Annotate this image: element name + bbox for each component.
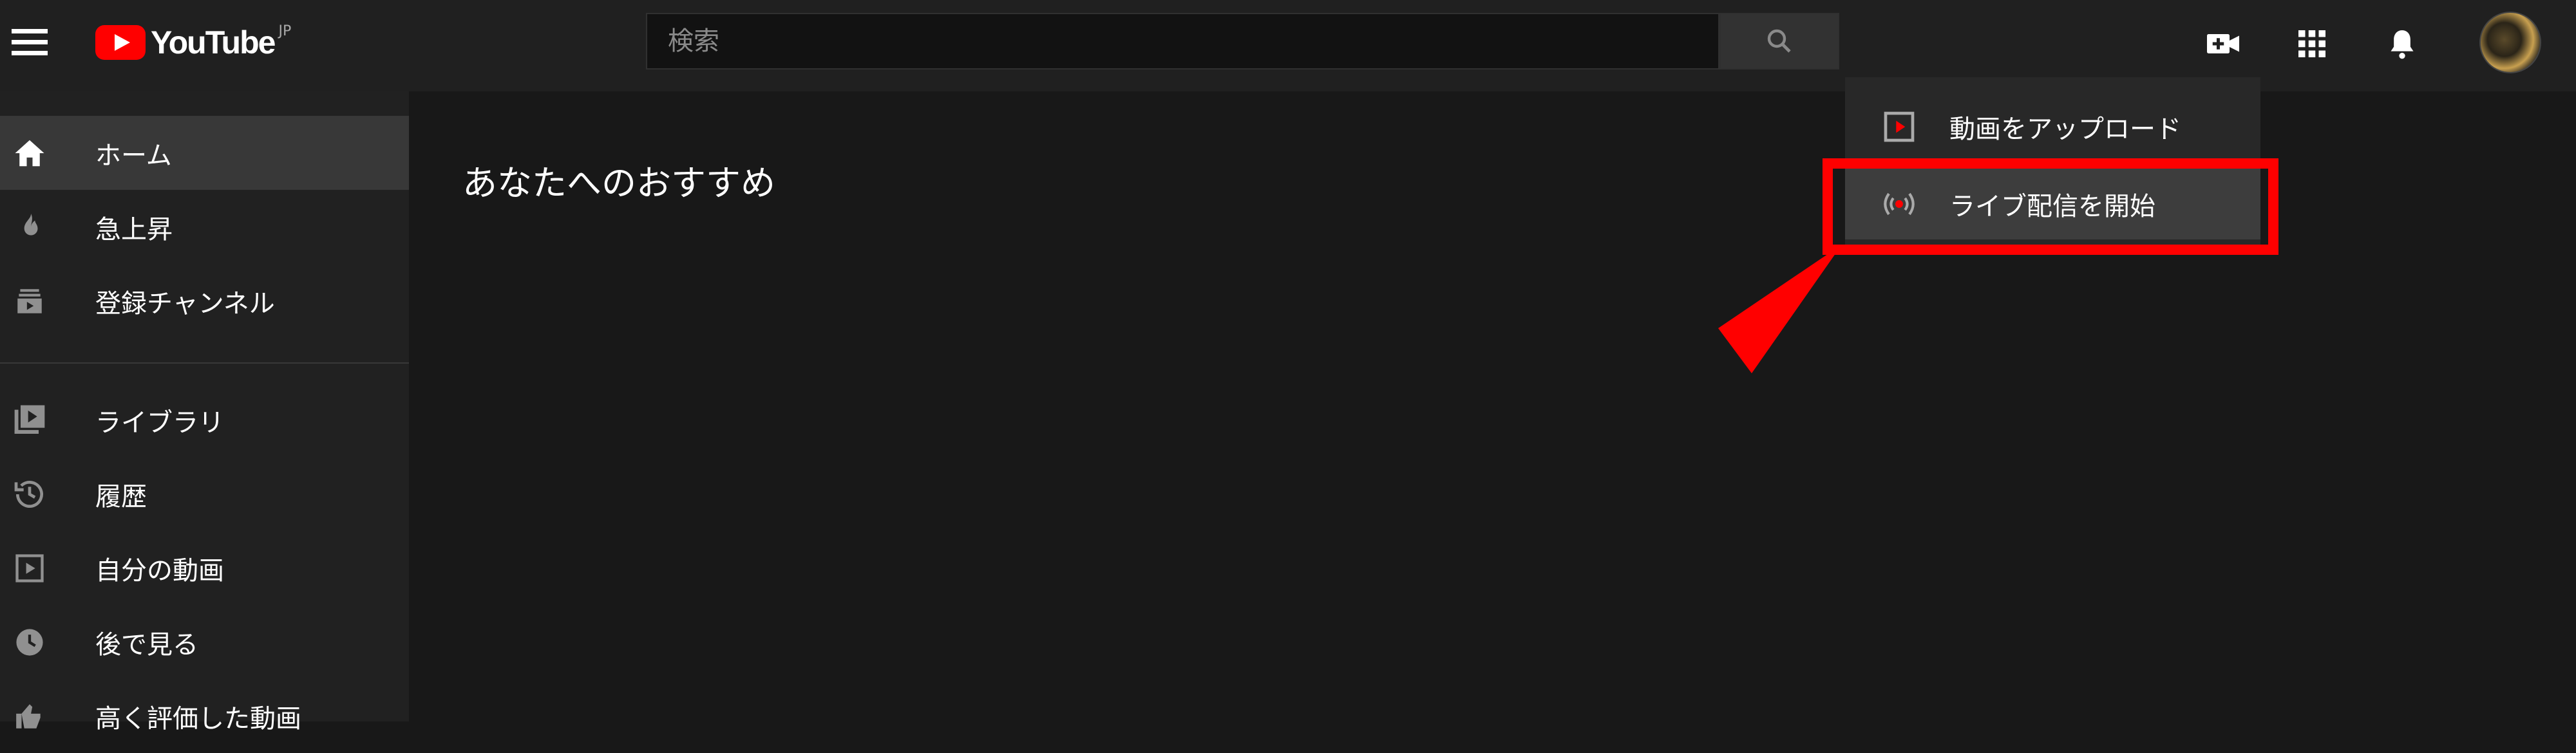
liked-videos-icon <box>9 696 50 737</box>
logo-wordmark: YouTube <box>151 24 276 60</box>
your-videos-icon <box>9 548 50 589</box>
home-icon <box>9 133 50 174</box>
sidebar-item-label: ライブラリ <box>95 407 224 438</box>
search-box <box>646 13 1719 70</box>
trending-fire-icon <box>9 207 50 248</box>
menu-item-upload-video[interactable]: 動画をアップロード <box>1845 91 2260 162</box>
sidebar: ホーム 急上昇 登録チャンネル ライブラリ 履歴 自分の動画 後で見る 高く評価… <box>0 91 409 734</box>
menu-item-label: 動画をアップロード <box>1949 115 2181 144</box>
search-button[interactable] <box>1719 13 1839 70</box>
apps-grid-icon[interactable] <box>2290 22 2334 66</box>
create-video-icon[interactable] <box>2201 22 2245 66</box>
sidebar-item-label: 履歴 <box>95 481 147 512</box>
logo-region: JP <box>278 23 292 39</box>
sidebar-item-label: 登録チャンネル <box>95 288 275 319</box>
sidebar-item-label: 高く評価した動画 <box>95 703 301 734</box>
watch-later-icon <box>9 622 50 663</box>
search-icon <box>1767 29 1791 53</box>
section-title: あなたへのおすすめ <box>462 163 775 203</box>
sidebar-item-liked-videos[interactable]: 高く評価した動画 <box>0 679 409 753</box>
sidebar-item-home[interactable]: ホーム <box>0 116 409 190</box>
sidebar-item-label: 急上昇 <box>95 214 173 245</box>
menu-icon[interactable] <box>12 29 48 59</box>
youtube-play-icon <box>95 25 146 60</box>
library-icon <box>9 400 50 441</box>
search-input[interactable] <box>647 14 1718 68</box>
annotation-highlight-box <box>1823 158 2278 255</box>
sidebar-item-library[interactable]: ライブラリ <box>0 383 409 457</box>
sidebar-item-label: 後で見る <box>95 629 198 660</box>
sidebar-item-subscriptions[interactable]: 登録チャンネル <box>0 264 409 338</box>
subscriptions-icon <box>9 281 50 322</box>
youtube-logo[interactable]: YouTube JP <box>95 23 291 62</box>
upload-video-icon <box>1877 105 1921 149</box>
sidebar-item-label: ホーム <box>95 140 172 171</box>
annotation-arrow-icon <box>1718 245 1842 373</box>
sidebar-divider <box>0 362 409 364</box>
account-avatar[interactable] <box>2479 12 2541 73</box>
sidebar-item-label: 自分の動画 <box>95 555 224 586</box>
sidebar-item-history[interactable]: 履歴 <box>0 457 409 531</box>
sidebar-item-your-videos[interactable]: 自分の動画 <box>0 531 409 605</box>
sidebar-item-watch-later[interactable]: 後で見る <box>0 605 409 679</box>
history-icon <box>9 474 50 515</box>
notifications-bell-icon[interactable] <box>2380 22 2424 66</box>
sidebar-item-trending[interactable]: 急上昇 <box>0 190 409 264</box>
